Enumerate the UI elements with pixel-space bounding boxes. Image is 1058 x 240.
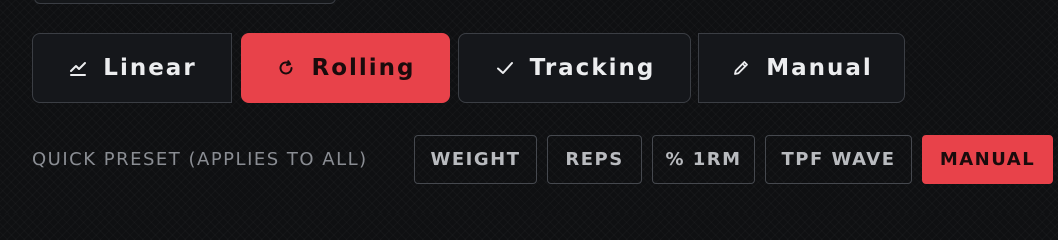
manual-mode-label: Manual (766, 55, 873, 81)
refresh-icon (275, 57, 297, 79)
preset-tpf-wave-button[interactable]: TPF WAVE (765, 135, 912, 184)
preset-percent-1rm-button[interactable]: % 1RM (652, 135, 755, 184)
tracking-mode-button[interactable]: Tracking (458, 33, 691, 103)
tracking-mode-label: Tracking (529, 55, 656, 81)
line-chart-icon (67, 57, 89, 79)
rolling-mode-button[interactable]: Rolling (241, 33, 450, 103)
quick-preset-row: QUICK PRESET (APPLIES TO ALL) WEIGHT REP… (0, 135, 1058, 184)
pencil-icon (730, 57, 752, 79)
manual-mode-button[interactable]: Manual (698, 33, 905, 103)
rolling-mode-label: Rolling (311, 55, 416, 81)
linear-mode-button[interactable]: Linear (32, 33, 232, 103)
linear-mode-label: Linear (103, 55, 197, 81)
check-icon (494, 57, 516, 79)
top-input-field[interactable] (34, 0, 336, 4)
preset-weight-button[interactable]: WEIGHT (414, 135, 537, 184)
preset-manual-button[interactable]: MANUAL (922, 135, 1053, 184)
quick-preset-label: QUICK PRESET (APPLIES TO ALL) (32, 149, 368, 170)
preset-reps-button[interactable]: REPS (547, 135, 642, 184)
